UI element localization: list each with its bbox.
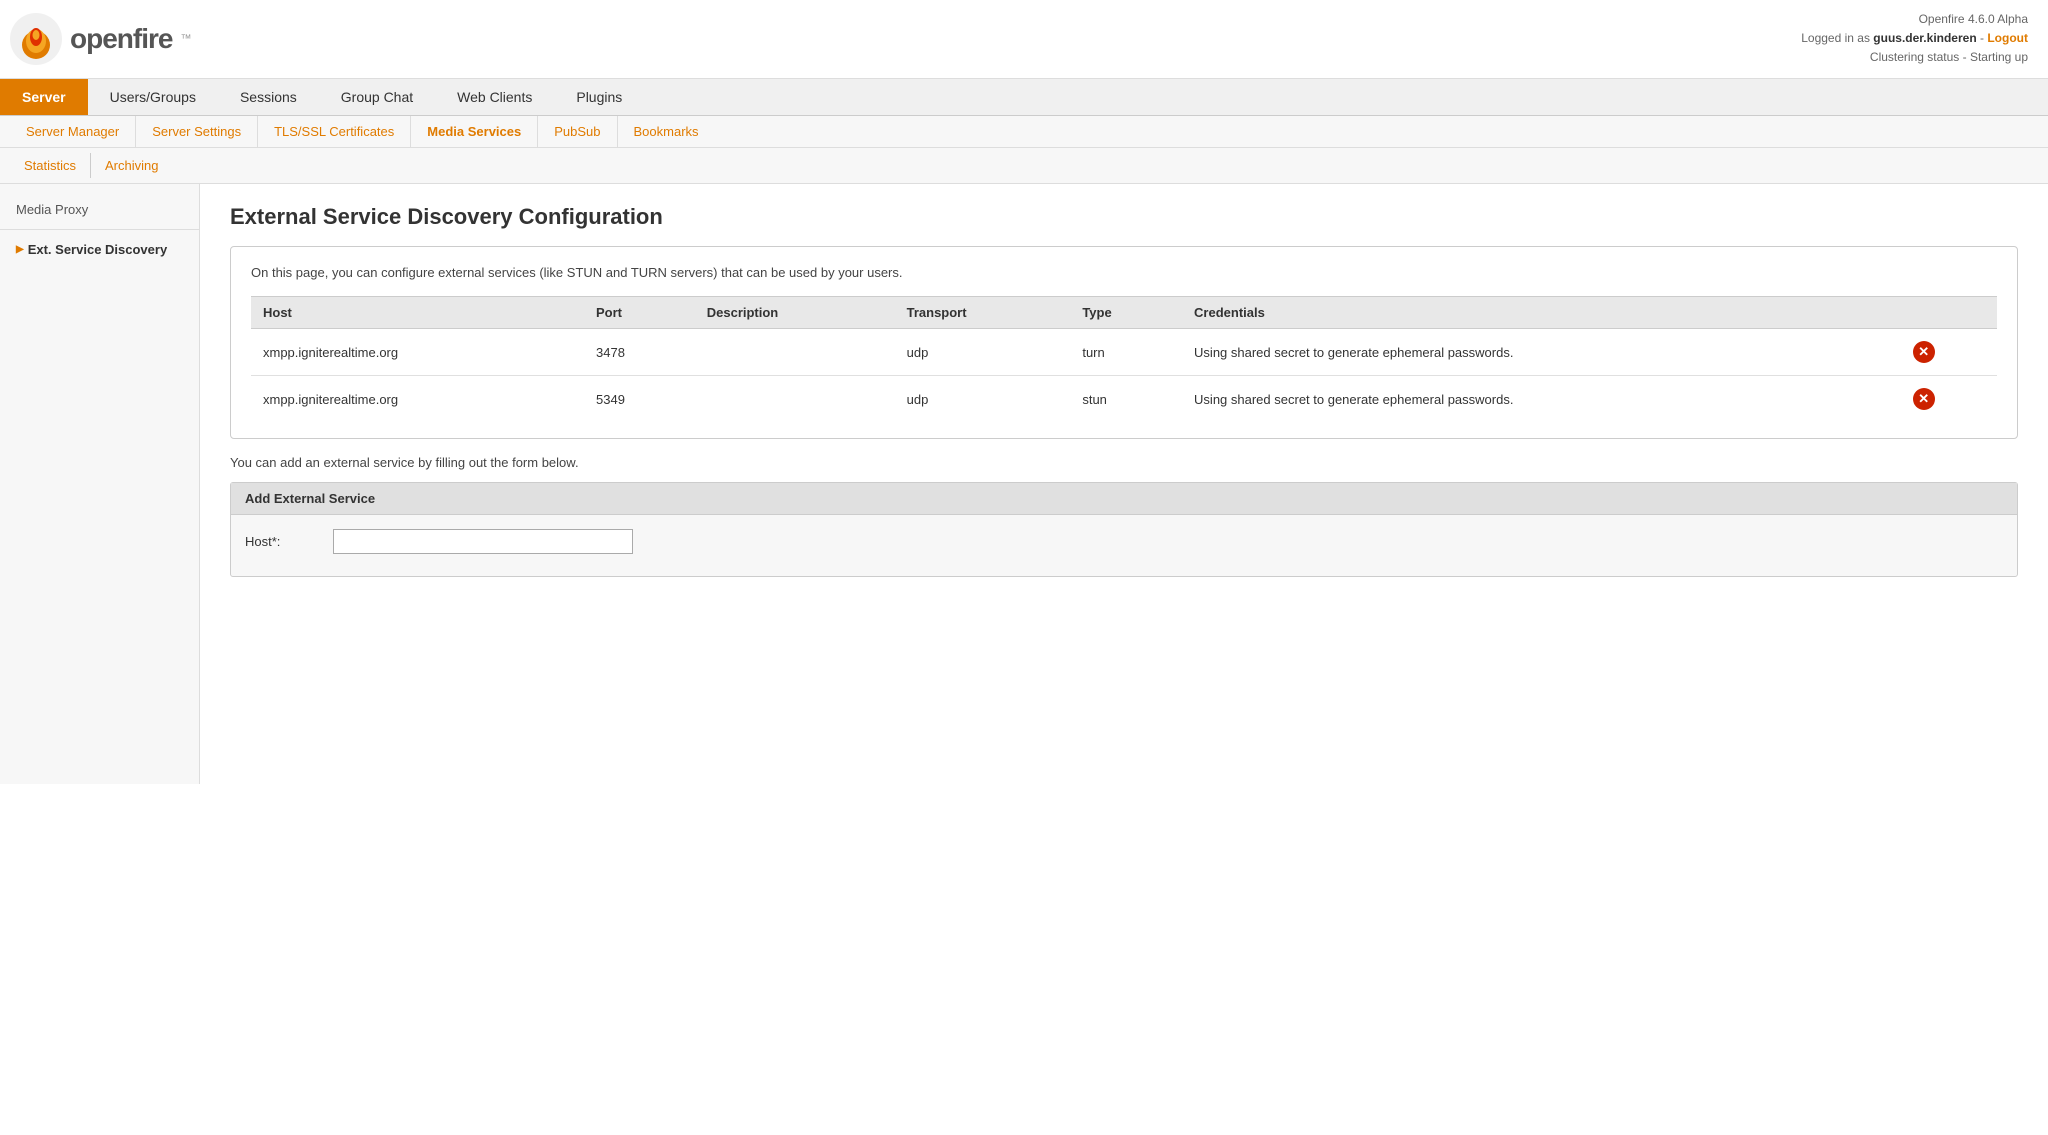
- clustering-status: Clustering status - Starting up: [1801, 48, 2028, 67]
- sub-sub-nav-item-statistics[interactable]: Statistics: [10, 153, 91, 178]
- table-row: xmpp.igniterealtime.org3478 udpturnUsing …: [251, 329, 1997, 376]
- card-description: On this page, you can configure external…: [251, 263, 1997, 283]
- delete-row-button[interactable]: ✕: [1913, 341, 1935, 363]
- sub-sub-nav: StatisticsArchiving: [0, 148, 2048, 184]
- sub-nav-item-server-settings[interactable]: Server Settings: [136, 116, 258, 147]
- table-header-credentials: Credentials: [1182, 297, 1901, 329]
- header: openfire ™ Openfire 4.6.0 Alpha Logged i…: [0, 0, 2048, 79]
- table-header-port: Port: [584, 297, 695, 329]
- table-row: xmpp.igniterealtime.org5349 udpstunUsing …: [251, 376, 1997, 423]
- table-header-row: HostPortDescriptionTransportTypeCredenti…: [251, 297, 1997, 329]
- add-service-header: Add External Service: [231, 483, 2017, 515]
- main-nav-tab-sessions[interactable]: Sessions: [218, 79, 319, 115]
- add-service-box: Add External Service Host*:: [230, 482, 2018, 577]
- sidebar-item-label: Media Proxy: [16, 202, 88, 217]
- table-cell-type: turn: [1070, 329, 1182, 376]
- table-header-transport: Transport: [895, 297, 1071, 329]
- username: guus.der.kinderen: [1873, 31, 1976, 45]
- content-card: On this page, you can configure external…: [230, 246, 2018, 440]
- version-text: Openfire 4.6.0 Alpha: [1801, 10, 2028, 29]
- login-info: Logged in as guus.der.kinderen - Logout: [1801, 29, 2028, 48]
- host-label: Host*:: [245, 534, 325, 549]
- delete-row-button[interactable]: ✕: [1913, 388, 1935, 410]
- main-nav-tab-web-clients[interactable]: Web Clients: [435, 79, 554, 115]
- sidebar-item-ext--service-discovery[interactable]: ▶ Ext. Service Discovery: [0, 234, 199, 265]
- content-wrapper: Media Proxy ▶ Ext. Service Discovery Exter…: [0, 184, 2048, 784]
- table-cell-transport: udp: [895, 376, 1071, 423]
- sub-nav-item-server-manager[interactable]: Server Manager: [10, 116, 136, 147]
- table-header-description: Description: [695, 297, 895, 329]
- sub-sub-nav-item-archiving[interactable]: Archiving: [91, 153, 172, 178]
- sidebar-divider: [0, 229, 199, 230]
- table-cell-description: [695, 329, 895, 376]
- table-cell-type: stun: [1070, 376, 1182, 423]
- table-body: xmpp.igniterealtime.org3478 udpturnUsing …: [251, 329, 1997, 423]
- logout-link[interactable]: Logout: [1987, 31, 2028, 45]
- sub-nav-item-bookmarks[interactable]: Bookmarks: [618, 116, 715, 147]
- main-nav-tab-group-chat[interactable]: Group Chat: [319, 79, 435, 115]
- add-service-body: Host*:: [231, 515, 2017, 576]
- page-title: External Service Discovery Configuration: [230, 204, 2018, 230]
- table-cell-port: 5349: [584, 376, 695, 423]
- main-content: External Service Discovery Configuration…: [200, 184, 2048, 784]
- host-input[interactable]: [333, 529, 633, 554]
- main-nav-tab-plugins[interactable]: Plugins: [554, 79, 644, 115]
- sidebar-item-media-proxy[interactable]: Media Proxy: [0, 194, 199, 225]
- table-cell-host: xmpp.igniterealtime.org: [251, 376, 584, 423]
- table-cell-credentials: Using shared secret to generate ephemera…: [1182, 329, 1901, 376]
- table-header-type: Type: [1070, 297, 1182, 329]
- table-header-actions: [1901, 297, 1997, 329]
- table-cell-transport: udp: [895, 329, 1071, 376]
- sidebar: Media Proxy ▶ Ext. Service Discovery: [0, 184, 200, 784]
- services-table: HostPortDescriptionTransportTypeCredenti…: [251, 296, 1997, 422]
- table-cell-host: xmpp.igniterealtime.org: [251, 329, 584, 376]
- sidebar-item-label: Ext. Service Discovery: [28, 242, 167, 257]
- add-section-description: You can add an external service by filli…: [230, 455, 2018, 470]
- host-form-row: Host*:: [245, 529, 2003, 554]
- main-nav-tab-users-groups[interactable]: Users/Groups: [88, 79, 218, 115]
- logo: openfire ™: [10, 13, 191, 65]
- table-header-host: Host: [251, 297, 584, 329]
- sub-nav-item-media-services[interactable]: Media Services: [411, 116, 538, 147]
- sidebar-arrow-icon: ▶: [16, 244, 24, 255]
- table-cell-credentials: Using shared secret to generate ephemera…: [1182, 376, 1901, 423]
- header-info: Openfire 4.6.0 Alpha Logged in as guus.d…: [1801, 10, 2028, 68]
- main-nav-tab-server[interactable]: Server: [0, 79, 88, 115]
- logo-trademark: ™: [180, 33, 191, 45]
- table-cell-delete: ✕: [1901, 329, 1997, 376]
- card-body: On this page, you can configure external…: [231, 247, 2017, 439]
- sub-nav-item-tls-ssl-certificates[interactable]: TLS/SSL Certificates: [258, 116, 411, 147]
- sub-nav: Server ManagerServer SettingsTLS/SSL Cer…: [0, 116, 2048, 148]
- sub-nav-item-pubsub[interactable]: PubSub: [538, 116, 617, 147]
- logo-icon: [10, 13, 62, 65]
- table-cell-description: [695, 376, 895, 423]
- table-cell-port: 3478: [584, 329, 695, 376]
- table-header: HostPortDescriptionTransportTypeCredenti…: [251, 297, 1997, 329]
- table-cell-delete: ✕: [1901, 376, 1997, 423]
- main-nav: ServerUsers/GroupsSessionsGroup ChatWeb …: [0, 79, 2048, 116]
- logo-text: openfire: [70, 23, 172, 55]
- logged-in-text: Logged in as: [1801, 31, 1870, 45]
